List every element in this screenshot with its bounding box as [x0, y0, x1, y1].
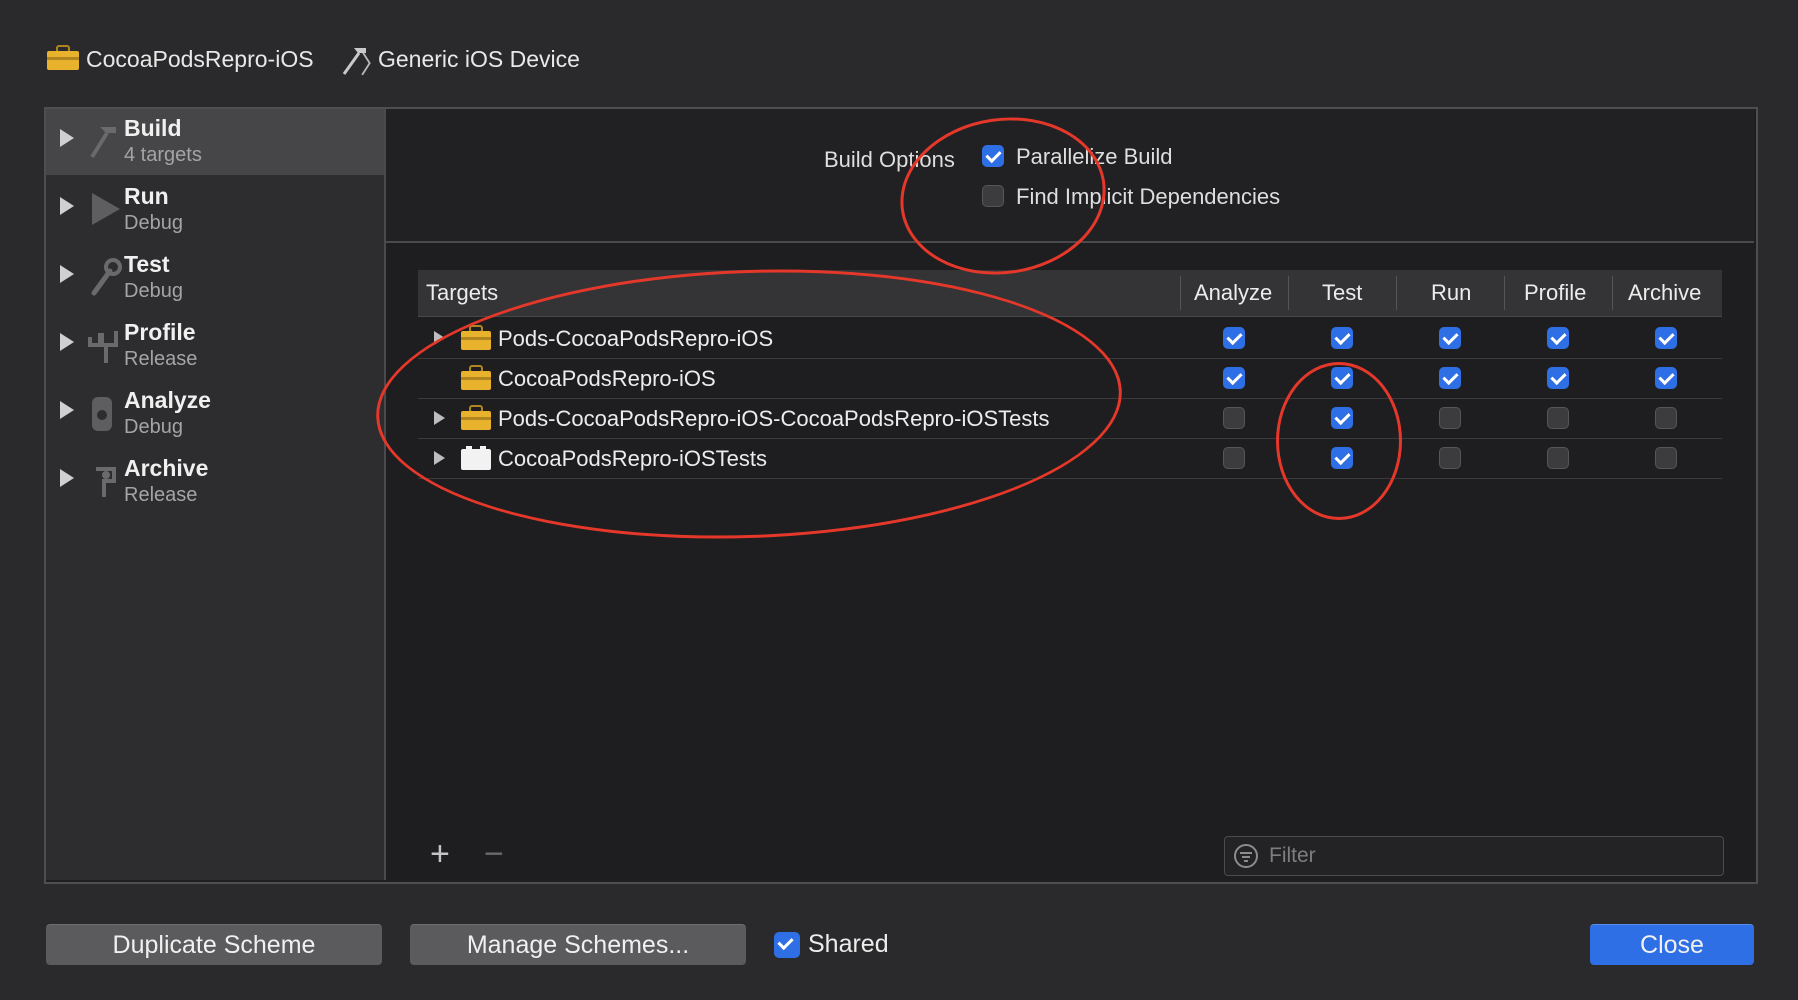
run-checkbox[interactable]	[1439, 367, 1461, 389]
disclosure-triangle-icon[interactable]	[60, 469, 74, 487]
analyze-checkbox[interactable]	[1223, 367, 1245, 389]
analyze-checkbox[interactable]	[1223, 327, 1245, 349]
column-header-profile[interactable]: Profile	[1524, 280, 1586, 306]
disclosure-triangle-icon[interactable]	[434, 451, 445, 465]
disclosure-triangle-icon[interactable]	[60, 333, 74, 351]
filter-placeholder: Filter	[1269, 844, 1316, 867]
sidebar-item-test[interactable]: Test Debug	[46, 245, 384, 311]
column-divider	[1612, 276, 1613, 310]
scheme-name-link[interactable]: CocoaPodsRepro-iOS	[86, 46, 314, 73]
test-checkbox[interactable]	[1331, 327, 1353, 349]
column-divider	[1180, 276, 1181, 310]
run-checkbox[interactable]	[1439, 327, 1461, 349]
disclosure-triangle-icon[interactable]	[60, 401, 74, 419]
analyze-checkbox[interactable]	[1223, 407, 1245, 429]
sidebar-item-build[interactable]: Build 4 targets	[46, 109, 384, 175]
manage-schemes-button[interactable]: Manage Schemes...	[410, 924, 746, 965]
scheme-action-sidebar: Build 4 targets Run Debug Test Debug Pro…	[46, 109, 386, 880]
sidebar-item-run[interactable]: Run Debug	[46, 177, 384, 243]
table-row[interactable]: CocoaPodsRepro-iOS	[418, 358, 1722, 399]
disclosure-triangle-icon[interactable]	[434, 411, 445, 425]
profile-checkbox[interactable]	[1547, 447, 1569, 469]
build-options-area: Build Options Parallelize Build Find Imp…	[386, 109, 1754, 243]
add-target-button[interactable]: +	[430, 834, 450, 874]
breadcrumb: CocoaPodsRepro-iOS 〉 Generic iOS Device	[46, 44, 606, 79]
column-header-archive[interactable]: Archive	[1628, 280, 1701, 306]
table-row[interactable]: CocoaPodsRepro-iOSTests	[418, 438, 1722, 479]
target-name: CocoaPodsRepro-iOSTests	[498, 446, 768, 471]
shared-label: Shared	[808, 930, 889, 958]
disclosure-triangle-icon[interactable]	[434, 331, 445, 345]
run-checkbox[interactable]	[1439, 447, 1461, 469]
analyze-checkbox[interactable]	[1223, 447, 1245, 469]
disclosure-triangle-icon[interactable]	[60, 197, 74, 215]
duplicate-scheme-button[interactable]: Duplicate Scheme	[46, 924, 382, 965]
test-checkbox[interactable]	[1331, 367, 1353, 389]
hammer-icon	[342, 48, 366, 75]
archive-checkbox[interactable]	[1655, 367, 1677, 389]
column-header-run[interactable]: Run	[1431, 280, 1471, 306]
archive-icon	[96, 467, 116, 497]
sidebar-item-title: Test	[124, 251, 170, 277]
disclosure-triangle-icon[interactable]	[60, 265, 74, 283]
disclosure-triangle-icon[interactable]	[60, 129, 74, 147]
sidebar-item-subtitle: 4 targets	[124, 144, 202, 166]
sidebar-item-subtitle: Debug	[124, 416, 183, 438]
column-header-test[interactable]: Test	[1322, 280, 1362, 306]
profile-checkbox[interactable]	[1547, 367, 1569, 389]
table-row[interactable]: Pods-CocoaPodsRepro-iOS	[418, 318, 1722, 359]
toolbox-icon	[461, 405, 491, 430]
target-name: Pods-CocoaPodsRepro-iOS	[498, 326, 774, 351]
sidebar-item-title: Run	[124, 183, 169, 209]
sidebar-item-title: Analyze	[124, 387, 211, 413]
targets-table-header: Targets Analyze Test Run Profile Archive	[418, 270, 1722, 317]
sidebar-item-title: Build	[124, 115, 182, 141]
shared-checkbox[interactable]	[774, 932, 800, 958]
target-name: CocoaPodsRepro-iOS	[498, 366, 716, 391]
parallelize-build-label: Parallelize Build	[1016, 144, 1173, 169]
run-checkbox[interactable]	[1439, 407, 1461, 429]
sidebar-item-profile[interactable]: Profile Release	[46, 313, 384, 379]
column-divider	[1504, 276, 1505, 310]
sidebar-item-subtitle: Debug	[124, 212, 183, 234]
build-options-label: Build Options	[824, 147, 955, 172]
column-header-analyze[interactable]: Analyze	[1194, 280, 1272, 306]
target-name: Pods-CocoaPodsRepro-iOS-CocoaPodsRepro-i…	[498, 406, 1050, 431]
archive-checkbox[interactable]	[1655, 447, 1677, 469]
find-implicit-dependencies-label: Find Implicit Dependencies	[1016, 184, 1281, 209]
profile-checkbox[interactable]	[1547, 327, 1569, 349]
toolbox-icon	[461, 365, 491, 390]
parallelize-build-checkbox[interactable]	[982, 145, 1004, 167]
filter-icon	[1234, 844, 1258, 868]
filter-field[interactable]: Filter	[1224, 836, 1724, 876]
column-divider	[1396, 276, 1397, 310]
toolbox-icon	[47, 45, 79, 70]
destination-link[interactable]: Generic iOS Device	[378, 46, 580, 73]
play-icon	[92, 193, 120, 225]
sidebar-item-analyze[interactable]: Analyze Debug	[46, 381, 384, 447]
wrench-icon	[91, 258, 122, 296]
remove-target-button[interactable]: −	[484, 834, 504, 874]
close-button[interactable]: Close	[1590, 924, 1754, 965]
analyze-icon	[92, 397, 112, 431]
column-divider	[1288, 276, 1289, 310]
sidebar-item-title: Archive	[124, 455, 209, 481]
tuning-fork-icon	[88, 331, 118, 363]
column-header-targets[interactable]: Targets	[426, 280, 498, 306]
test-bundle-icon	[461, 446, 491, 470]
archive-checkbox[interactable]	[1655, 327, 1677, 349]
sidebar-item-archive[interactable]: Archive Release	[46, 449, 384, 515]
archive-checkbox[interactable]	[1655, 407, 1677, 429]
sidebar-item-subtitle: Release	[124, 348, 198, 370]
test-checkbox[interactable]	[1331, 447, 1353, 469]
sidebar-item-subtitle: Release	[124, 484, 198, 506]
table-row[interactable]: Pods-CocoaPodsRepro-iOS-CocoaPodsRepro-i…	[418, 398, 1722, 439]
sidebar-item-title: Profile	[124, 319, 196, 345]
test-checkbox[interactable]	[1331, 407, 1353, 429]
hammer-icon	[90, 127, 116, 159]
find-implicit-dependencies-checkbox[interactable]	[982, 185, 1004, 207]
profile-checkbox[interactable]	[1547, 407, 1569, 429]
sidebar-item-subtitle: Debug	[124, 280, 183, 302]
toolbox-icon	[461, 325, 491, 350]
